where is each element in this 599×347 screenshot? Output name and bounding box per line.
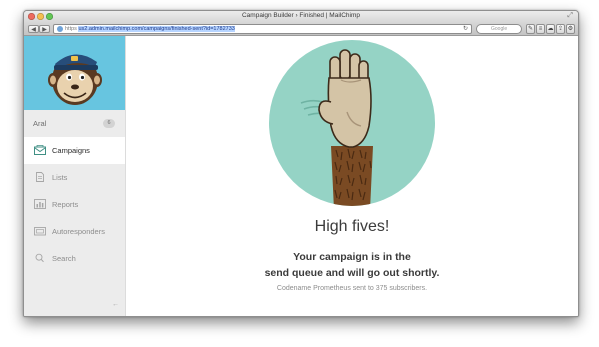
success-message-line2: send queue and will go out shortly. xyxy=(264,267,440,279)
url-value: us2.admin.mailchimp.com/campaigns/finish… xyxy=(78,26,235,32)
user-row[interactable]: Aral 6 xyxy=(24,110,125,138)
collapse-sidebar-icon[interactable]: ← xyxy=(112,301,119,308)
share-icon[interactable]: ⇪ xyxy=(556,24,565,34)
success-message-line1: Your campaign is in the xyxy=(293,251,411,263)
success-headline: High fives! xyxy=(314,218,390,235)
main-content: High fives! Your campaign is in the send… xyxy=(126,36,578,316)
sidebar-item-reports[interactable]: Reports xyxy=(24,191,125,218)
envelope-icon xyxy=(34,145,46,155)
sidebar-item-campaigns[interactable]: Campaigns xyxy=(24,137,125,164)
search-field[interactable]: Google xyxy=(476,24,522,34)
mailchimp-app: Aral 6 Campaigns Lists Reports Autorespo… xyxy=(24,36,578,316)
sidebar-item-lists[interactable]: Lists xyxy=(24,164,125,191)
search-icon xyxy=(35,253,44,263)
document-icon xyxy=(36,172,44,182)
sidebar-item-autoresponders[interactable]: Autoresponders xyxy=(24,218,125,245)
cloud-icon[interactable]: ☁ xyxy=(546,24,555,34)
sidebar-item-label: Search xyxy=(52,254,76,263)
favicon-icon xyxy=(57,26,63,32)
window-title: Campaign Builder › Finished | MailChimp xyxy=(241,12,360,19)
reader-icon[interactable]: ≡ xyxy=(536,24,545,34)
settings-gear-icon[interactable]: ⚙ xyxy=(566,24,575,34)
browser-window: Campaign Builder › Finished | MailChimp … xyxy=(23,10,579,317)
sidebar-item-label: Lists xyxy=(52,173,68,182)
title-bar: Campaign Builder › Finished | MailChimp … xyxy=(24,11,578,23)
sidebar: Aral 6 Campaigns Lists Reports Autorespo… xyxy=(24,36,126,316)
sidebar-item-search[interactable]: Search xyxy=(24,245,125,272)
autoresponder-icon xyxy=(34,227,46,236)
user-name: Aral xyxy=(33,119,47,128)
sidebar-hero xyxy=(24,36,125,110)
notification-badge[interactable]: 6 xyxy=(103,119,115,128)
browser-toolbar: ◀ ▶ https us2.admin.mailchimp.com/campai… xyxy=(24,23,578,36)
url-text[interactable]: https us2.admin.mailchimp.com/campaigns/… xyxy=(65,25,235,33)
high-five-illustration xyxy=(269,40,435,206)
bar-chart-icon xyxy=(34,199,46,209)
sidebar-item-label: Autoresponders xyxy=(52,227,105,236)
sidebar-item-label: Reports xyxy=(52,200,79,209)
bookmark-icon[interactable]: ✎ xyxy=(526,24,535,34)
finger xyxy=(339,49,351,81)
address-bar[interactable]: https us2.admin.mailchimp.com/campaigns/… xyxy=(53,24,472,34)
palm xyxy=(327,77,372,148)
fullscreen-icon[interactable]: ⤢ xyxy=(567,12,573,20)
reload-icon[interactable]: ↻ xyxy=(463,25,468,33)
sidebar-item-label: Campaigns xyxy=(52,146,90,155)
freddie-mascot-icon xyxy=(48,54,102,105)
back-button[interactable]: ◀ xyxy=(28,25,39,33)
campaign-detail: Codename Prometheus sent to 375 subscrib… xyxy=(276,285,428,292)
url-protocol: https xyxy=(65,26,77,32)
forward-button[interactable]: ▶ xyxy=(39,25,50,33)
